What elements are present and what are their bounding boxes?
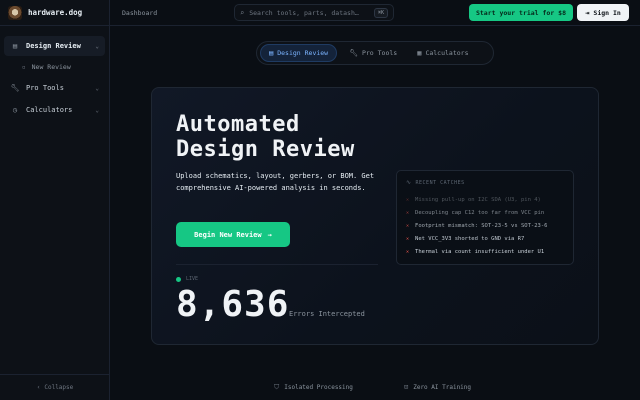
hero-card: Automated Design Review Upload schematic… (151, 87, 599, 345)
lock-icon: ⊡ (404, 383, 409, 391)
sidebar-item-label: Calculators (26, 106, 73, 114)
clock-icon: ◷ (12, 106, 18, 114)
sidebar-item-calculators[interactable]: ◷ Calculators ⌄ (4, 100, 105, 120)
error-x-icon: ✕ (406, 235, 410, 242)
recent-catches-panel: ∿ RECENT CATCHES ✕ Missing pull-up on I2C… (396, 170, 574, 265)
hero-title-line-1: Automated (176, 112, 300, 137)
wrench-icon: 🔧︎ (349, 49, 358, 57)
chevron-down-icon: ⌄ (95, 106, 99, 114)
recent-catch-text: Net VCC_3V3 shorted to GND via R7 (415, 235, 525, 242)
badge-label: Zero AI Training (413, 383, 472, 391)
badge-label: Isolated Processing (284, 384, 353, 391)
tab-label: Design Review (277, 49, 329, 57)
recent-catch-item: ✕ Decoupling cap C12 too far from VCC pin (406, 206, 565, 219)
begin-review-button[interactable]: Begin New Review → (176, 222, 290, 247)
recent-catches-list: ✕ Missing pull-up on I2C SDA (U3, pin 4) ✕… (406, 193, 565, 258)
sidebar-item-pro-tools[interactable]: 🔧︎ Pro Tools ⌄ (4, 78, 105, 98)
errors-counter: 8,636 (176, 284, 290, 325)
document-icon: ▫ (22, 63, 26, 71)
sidebar-subitem-new-review[interactable]: ▫ New Review (4, 58, 105, 76)
sidebar-nav: ▤ Design Review ⌄ ▫ New Review 🔧︎ Pro To… (0, 26, 109, 120)
tab-calculators[interactable]: ▦ Calculators (409, 44, 476, 62)
live-dot-icon (176, 276, 181, 282)
zero-ai-training-badge: ⊡ Zero AI Training (404, 383, 471, 391)
collapse-label: Collapse (44, 384, 74, 391)
cta-label: Begin New Review (194, 230, 262, 239)
recent-catch-text: Decoupling cap C12 too far from VCC pin (415, 209, 545, 216)
brand[interactable]: hardware.dog (0, 0, 109, 26)
hero-title: Automated Design Review (176, 112, 355, 162)
error-x-icon: ✕ (406, 209, 410, 216)
tab-label: Calculators (425, 49, 469, 57)
error-x-icon: ✕ (406, 196, 410, 203)
tab-pro-tools[interactable]: 🔧︎ Pro Tools (341, 44, 405, 62)
recent-catches-title: RECENT CATCHES (415, 179, 465, 186)
errors-counter-label: Errors Intercepted (289, 310, 365, 318)
live-label: LIVE (186, 276, 199, 282)
shield-icon: ⛉ (274, 383, 280, 391)
recent-catches-header: ∿ RECENT CATCHES (406, 179, 565, 186)
chevron-down-icon: ⌄ (95, 84, 99, 92)
sidebar-subitem-label: New Review (31, 63, 71, 71)
sidebar: hardware.dog ▤ Design Review ⌄ ▫ New Rev… (0, 0, 110, 400)
recent-catch-item: ✕ Footprint mismatch: SOT-23-5 vs SOT-23-… (406, 219, 565, 232)
chevron-left-icon: ‹ (36, 384, 41, 391)
live-indicator: LIVE (176, 276, 198, 282)
wrench-icon: 🔧︎ (10, 84, 20, 92)
tab-design-review[interactable]: ▤ Design Review (260, 44, 338, 62)
activity-icon: ∿ (406, 179, 412, 186)
collapse-button[interactable]: ‹ Collapse (0, 374, 110, 400)
tab-label: Pro Tools (361, 49, 398, 57)
search-placeholder: Search tools, parts, datash… (249, 8, 359, 17)
search-input[interactable]: ⌕ Search tools, parts, datash… ⌘K (234, 4, 394, 21)
hero-description: Upload schematics, layout, gerbers, or B… (176, 172, 375, 192)
recent-catch-text: Thermal via count insufficient under U1 (415, 248, 545, 255)
isolated-processing-badge: ⛉ Isolated Processing (274, 383, 353, 392)
chevron-down-icon: ⌄ (95, 42, 99, 50)
error-x-icon: ✕ (406, 222, 410, 229)
error-x-icon: ✕ (406, 248, 410, 255)
calculator-icon: ▦ (417, 49, 422, 57)
tool-tabs: ▤ Design Review 🔧︎ Pro Tools ▦ Calculato… (256, 41, 494, 65)
sidebar-item-design-review[interactable]: ▤ Design Review ⌄ (4, 36, 105, 56)
recent-catch-item: ✕ Missing pull-up on I2C SDA (U3, pin 4) (406, 193, 565, 206)
sidebar-item-label: Pro Tools (26, 84, 64, 92)
dog-avatar-icon (8, 5, 22, 20)
login-icon: ⇥ (585, 8, 590, 17)
breadcrumb[interactable]: Dashboard (122, 9, 157, 17)
hero-title-line-2: Design Review (176, 137, 355, 162)
start-trial-button[interactable]: Start your trial for $8 (469, 4, 573, 21)
recent-catch-item: ✕ Net VCC_3V3 shorted to GND via R7 (406, 232, 565, 245)
sign-in-button[interactable]: ⇥ Sign In (577, 4, 629, 21)
document-icon: ▤ (269, 49, 274, 57)
arrow-right-icon: → (267, 230, 272, 239)
recent-catch-item: ✕ Thermal via count insufficient under U1 (406, 245, 565, 258)
document-icon: ▤ (12, 42, 18, 50)
recent-catch-text: Footprint mismatch: SOT-23-5 vs SOT-23-6 (415, 222, 548, 229)
topbar: Dashboard ⌕ Search tools, parts, datash…… (110, 0, 640, 26)
search-shortcut: ⌘K (373, 7, 388, 18)
recent-catch-text: Missing pull-up on I2C SDA (U3, pin 4) (415, 196, 541, 203)
search-icon: ⌕ (240, 8, 245, 17)
divider (176, 264, 378, 265)
brand-name: hardware.dog (28, 8, 83, 17)
sign-in-label: Sign In (593, 8, 621, 17)
sidebar-item-label: Design Review (26, 42, 81, 50)
